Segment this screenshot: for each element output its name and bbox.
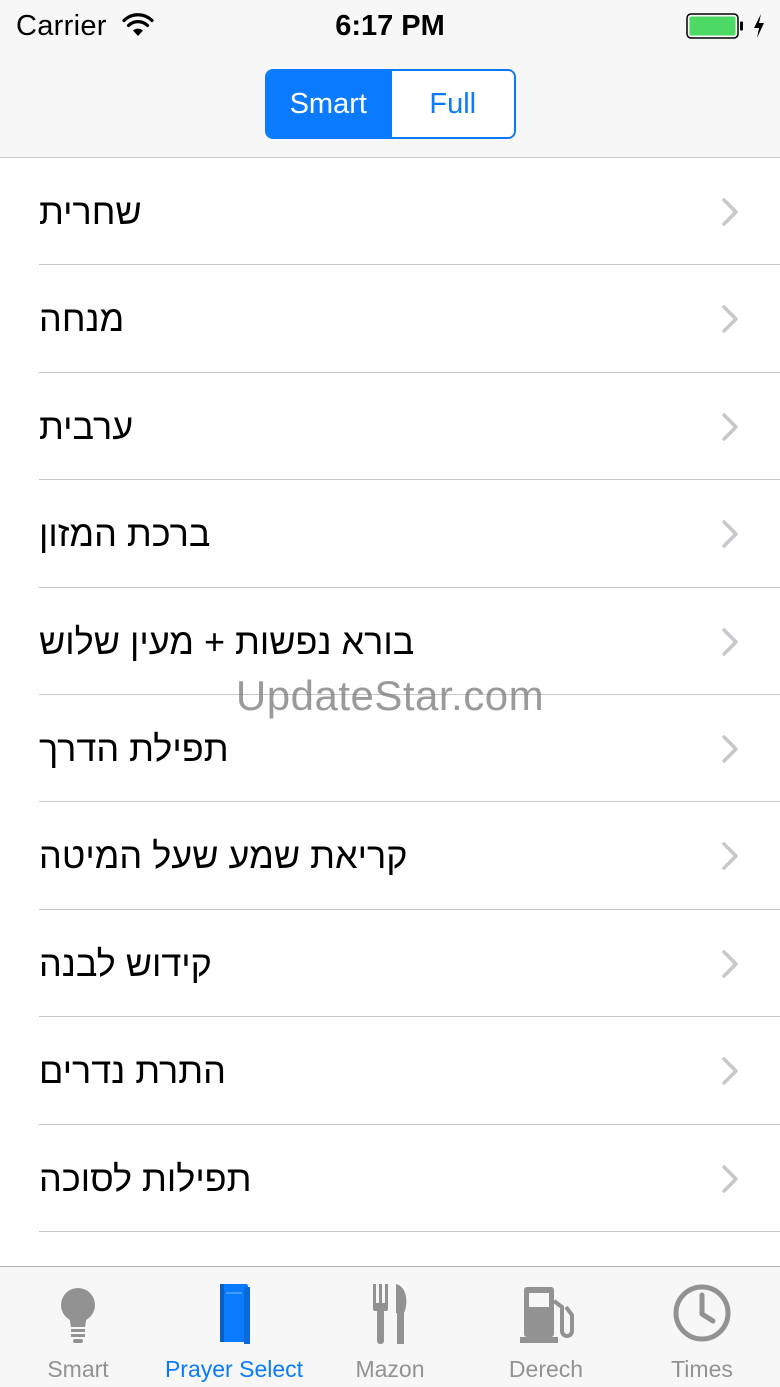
list-item[interactable]: תפילות לסוכה	[0, 1125, 780, 1233]
list-item[interactable]: ברכת המזון	[0, 480, 780, 588]
battery-icon	[686, 13, 743, 39]
tab-label: Times	[671, 1356, 733, 1382]
status-bar: Carrier 6:17 PM	[0, 0, 780, 56]
tab-times[interactable]: Times	[624, 1267, 780, 1387]
list-item[interactable]: מנחה	[0, 265, 780, 374]
list-item-label: תפילות לסוכה	[39, 1157, 252, 1199]
chevron-right-icon	[722, 1164, 738, 1193]
book-icon	[220, 1284, 250, 1344]
chevron-right-icon	[722, 949, 738, 978]
list-item[interactable]: קידוש לבנה	[0, 910, 780, 1018]
prayer-list: שחרית מנחה ערבית ברכת המזון בורא נפשות +…	[0, 158, 780, 1233]
chevron-right-icon	[722, 520, 738, 548]
list-item[interactable]: קריאת שמע שעל המיטה	[0, 802, 780, 911]
list-item-label: בורא נפשות + מעין שלוש	[39, 620, 415, 662]
segment-smart[interactable]: Smart	[267, 71, 390, 137]
tab-label: Prayer Select	[164, 1356, 304, 1382]
tab-smart[interactable]: Smart	[0, 1267, 156, 1387]
list-item[interactable]: תפילת הדרך	[0, 695, 780, 803]
lightbulb-icon	[61, 1288, 95, 1343]
list-item[interactable]: ערבית	[0, 373, 780, 481]
tab-mazon[interactable]: Mazon	[312, 1267, 468, 1387]
list-item-label: ערבית	[39, 405, 134, 447]
list-item-label: קריאת שמע שעל המיטה	[39, 835, 408, 877]
clock-icon	[673, 1284, 731, 1342]
chevron-right-icon	[722, 305, 738, 334]
list-item-label: ברכת המזון	[39, 513, 211, 555]
tab-derech[interactable]: Derech	[468, 1267, 624, 1387]
list-item-label: שחרית	[39, 191, 142, 232]
chevron-right-icon	[722, 198, 738, 226]
chevron-right-icon	[722, 1057, 738, 1085]
gas-pump-icon	[520, 1287, 574, 1343]
navigation-bar: Smart Full	[0, 56, 780, 158]
list-item-label: התרת נדרים	[39, 1050, 226, 1092]
tab-prayer-select[interactable]: Prayer Select	[156, 1267, 312, 1387]
tab-label: Derech	[508, 1356, 584, 1382]
tab-label: Mazon	[355, 1356, 425, 1382]
mode-segmented-control: Smart Full	[265, 69, 516, 139]
list-item-label: מנחה	[39, 298, 125, 340]
list-item-label: תפילת הדרך	[39, 727, 229, 769]
list-item[interactable]: שחרית	[0, 158, 780, 266]
charging-bolt-icon	[754, 14, 764, 38]
list-item-label: קידוש לבנה	[39, 942, 212, 984]
list-item[interactable]: התרת נדרים	[0, 1017, 780, 1125]
chevron-right-icon	[722, 627, 738, 656]
chevron-right-icon	[722, 413, 738, 441]
fork-knife-icon	[373, 1284, 407, 1344]
chevron-right-icon	[722, 735, 738, 763]
clock-time: 6:17 PM	[335, 10, 445, 42]
tab-bar: Smart Prayer Select Mazon Derech Times	[0, 1266, 780, 1387]
chevron-right-icon	[722, 842, 738, 871]
segment-full[interactable]: Full	[389, 71, 514, 137]
tab-label: Smart	[47, 1356, 109, 1382]
list-item[interactable]: בורא נפשות + מעין שלוש	[0, 588, 780, 696]
